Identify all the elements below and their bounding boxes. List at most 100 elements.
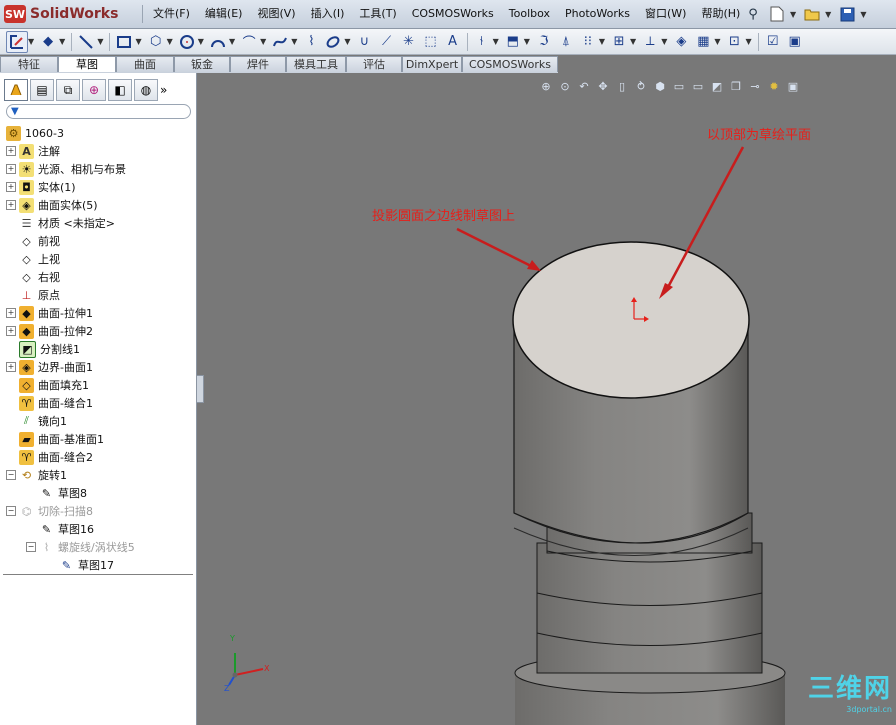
arc-dropdown-icon[interactable]: ▼ <box>229 37 235 46</box>
tree-item-sketch17[interactable]: ✎ 草图17 <box>46 556 114 574</box>
tree-item-boundary-surface1[interactable]: + ◈ 边界-曲面1 <box>6 358 93 376</box>
arc-icon[interactable] <box>207 31 229 53</box>
pan-icon[interactable]: ✥ <box>595 78 611 94</box>
tab-sheet-metal[interactable]: 钣金 <box>174 56 230 72</box>
tree-item-surface-bodies[interactable]: + ◈ 曲面实体(5) <box>6 196 98 214</box>
text-icon[interactable]: A <box>442 31 464 53</box>
repair-sketch-icon[interactable]: ◈ <box>670 31 692 53</box>
quick-snaps-icon[interactable]: ☑ <box>762 31 784 53</box>
tab-dimxpert[interactable]: DimXpert <box>402 56 462 72</box>
linear-pattern-icon[interactable]: ⁝⁝ <box>577 31 599 53</box>
menu-help[interactable]: 帮助(H) <box>693 0 747 28</box>
add-relation-icon[interactable]: ⟂ <box>639 31 661 53</box>
convert-dropdown-icon[interactable]: ▼ <box>524 37 530 46</box>
save-dropdown-icon[interactable]: ▼ <box>860 10 866 19</box>
trim-dropdown-icon[interactable]: ▼ <box>493 37 499 46</box>
menu-file[interactable]: 文件(F) <box>145 0 197 28</box>
hide-show-icon[interactable]: ▭ <box>690 78 706 94</box>
fillet-dropdown-icon[interactable]: ▼ <box>260 37 266 46</box>
tree-item-surface-fill1[interactable]: ◇ 曲面填充1 <box>6 376 89 394</box>
menu-window[interactable]: 窗口(W) <box>637 0 693 28</box>
tab-surfaces[interactable]: 曲面 <box>116 56 174 72</box>
menu-toolbox[interactable]: Toolbox <box>501 0 557 28</box>
ellipse-dropdown-icon[interactable]: ▼ <box>344 37 350 46</box>
tree-item-front-plane[interactable]: ◇ 前视 <box>6 232 60 250</box>
open-dropdown-icon[interactable]: ▼ <box>825 10 831 19</box>
tree-root[interactable]: ⚙ 1060-3 <box>6 124 64 142</box>
rapid-sketch-icon[interactable]: ▣ <box>784 31 806 53</box>
offset-entities-icon[interactable]: ℑ <box>533 31 555 53</box>
surface-spline-icon[interactable]: ⌇ <box>300 31 322 53</box>
expand-icon[interactable]: + <box>6 164 16 174</box>
circle-icon[interactable] <box>176 31 198 53</box>
menu-cosmosworks[interactable]: COSMOSWorks <box>404 0 501 28</box>
tree-item-revolve1[interactable]: − ⟲ 旋转1 <box>6 466 67 484</box>
dimension-dropdown-icon[interactable]: ▼ <box>59 37 65 46</box>
tree-item-planar-surface1[interactable]: ▰ 曲面-基准面1 <box>6 430 104 448</box>
expand-icon[interactable]: + <box>6 326 16 336</box>
move-entities-icon[interactable]: ⊞ <box>608 31 630 53</box>
parabola-icon[interactable]: ∪ <box>354 31 376 53</box>
tab-cosmosworks[interactable]: COSMOSWorks <box>462 56 558 72</box>
tree-item-surface-extrude1[interactable]: + ◆ 曲面-拉伸1 <box>6 304 93 322</box>
tree-item-annotations[interactable]: + A 注解 <box>6 142 60 160</box>
tree-item-helix5[interactable]: − ⌇ 螺旋线/涡状线5 <box>26 538 135 556</box>
spline-icon[interactable] <box>269 31 291 53</box>
tree-item-lights[interactable]: + ☀ 光源、相机与布景 <box>6 160 126 178</box>
tab-features[interactable]: 特征 <box>0 56 58 72</box>
convert-entities-icon[interactable]: ⬒ <box>502 31 524 53</box>
tree-filter-input[interactable]: ▼ <box>6 104 191 119</box>
tree-item-split-line1[interactable]: ◩ 分割线1 <box>6 340 80 358</box>
expand-icon[interactable]: + <box>6 362 16 372</box>
top-face[interactable] <box>512 241 750 399</box>
mirror-entities-icon[interactable]: ⍋ <box>555 31 577 53</box>
monitor-icon[interactable]: ▣ <box>785 78 801 94</box>
expand-icon[interactable]: + <box>6 308 16 318</box>
rotate-icon[interactable]: ⥁ <box>633 78 649 94</box>
tree-item-top-plane[interactable]: ◇ 上视 <box>6 250 60 268</box>
sketch-picture-icon[interactable]: ▦ <box>692 31 714 53</box>
expand-icon[interactable]: + <box>6 200 16 210</box>
relation-dropdown-icon[interactable]: ▼ <box>661 37 667 46</box>
solidworks-logo[interactable]: SW SolidWorks <box>4 3 118 25</box>
tree-item-material[interactable]: ☰ 材质 <未指定> <box>6 214 115 232</box>
tree-item-surface-knit2[interactable]: ♈ 曲面-缝合2 <box>6 448 93 466</box>
section-view-icon[interactable]: ▯ <box>614 78 630 94</box>
tree-item-sketch8[interactable]: ✎ 草图8 <box>26 484 87 502</box>
expand-icon[interactable]: + <box>6 146 16 156</box>
tree-item-solid-bodies[interactable]: + ◘ 实体(1) <box>6 178 76 196</box>
pin-icon[interactable]: ⚲ <box>742 3 764 25</box>
tree-item-origin[interactable]: ⊥ 原点 <box>6 286 60 304</box>
smart-dimension-icon[interactable]: ◆ <box>37 31 59 53</box>
rectangle-icon[interactable] <box>113 31 135 53</box>
simulation-tab-icon[interactable]: ◍ <box>134 79 158 101</box>
menu-view[interactable]: 视图(V) <box>249 0 302 28</box>
delete-relations-dropdown-icon[interactable]: ▼ <box>746 37 752 46</box>
new-document-icon[interactable] <box>766 3 788 25</box>
view-orientation-icon[interactable]: ⬢ <box>652 78 668 94</box>
line-dropdown-icon[interactable]: ▼ <box>97 37 103 46</box>
polygon-icon[interactable]: ⬡ <box>145 31 167 53</box>
rectangle-dropdown-icon[interactable]: ▼ <box>135 37 141 46</box>
display-delete-relations-icon[interactable]: ⊡ <box>724 31 746 53</box>
feature-manager-tab-icon[interactable] <box>4 79 28 101</box>
save-icon[interactable] <box>836 3 858 25</box>
menu-photoworks[interactable]: PhotoWorks <box>557 0 637 28</box>
collapse-icon[interactable]: − <box>6 470 16 480</box>
circle-dropdown-icon[interactable]: ▼ <box>198 37 204 46</box>
view-settings-icon[interactable]: ⊸ <box>747 78 763 94</box>
menu-tools[interactable]: 工具(T) <box>351 0 403 28</box>
expand-icon[interactable]: + <box>6 182 16 192</box>
tab-mold-tools[interactable]: 模具工具 <box>286 56 346 72</box>
menu-insert[interactable]: 插入(I) <box>303 0 352 28</box>
trim-icon[interactable]: ⫮ <box>471 31 493 53</box>
open-folder-icon[interactable] <box>801 3 823 25</box>
edit-appearance-icon[interactable]: ◩ <box>709 78 725 94</box>
tree-item-cut-sweep8[interactable]: − ⌬ 切除-扫描8 <box>6 502 93 520</box>
collapse-icon[interactable]: − <box>26 542 36 552</box>
polygon-dropdown-icon[interactable]: ▼ <box>167 37 173 46</box>
tree-item-sketch16[interactable]: ✎ 草图16 <box>26 520 94 538</box>
menu-edit[interactable]: 编辑(E) <box>197 0 250 28</box>
tab-evaluate[interactable]: 评估 <box>346 56 402 72</box>
point-icon[interactable]: ✳ <box>398 31 420 53</box>
